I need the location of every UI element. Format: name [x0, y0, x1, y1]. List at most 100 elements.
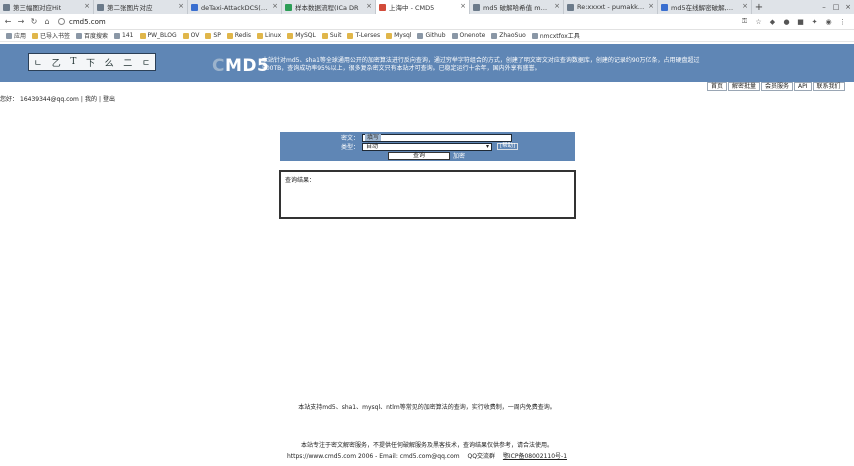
bookmark-item[interactable]: PW_BLOG [139, 32, 177, 39]
bookmark-item[interactable]: Onenote [451, 32, 485, 39]
new-tab-button[interactable]: + [752, 0, 766, 14]
bookmark-item[interactable]: Github [417, 32, 446, 39]
browser-tab[interactable]: md5 破解哈希值 md5解 × [470, 0, 564, 14]
apps-icon [6, 32, 12, 39]
browser-tab-active[interactable]: 上海中 - CMD5 × [376, 0, 470, 14]
query-panel: 密文： 填写 类型： 自动 ▾ [帮助] 查询 加密 [280, 132, 575, 161]
result-box: 查询结果： [279, 170, 576, 219]
minimize-button[interactable]: – [818, 0, 830, 14]
menu-api[interactable]: API [794, 82, 812, 91]
browser-tab-strip: 第三幅图对应Hit× 第二张图片对应× deTaxi-AttackDCS(Mp实… [0, 0, 854, 14]
key-icon[interactable]: ⚿ [739, 17, 750, 27]
user-status: 您好： 16439344@qq.com | 我的 | 登出 [0, 96, 115, 103]
footer-copyright: https://www.cmd5.com 2006 - Email: cmd5.… [0, 451, 854, 460]
type-select[interactable]: 自动 ▾ [362, 142, 492, 151]
browser-tab[interactable]: deTaxi-AttackDCS(Mp实× [188, 0, 282, 14]
bookmark-icon [491, 32, 498, 39]
cipher-row: 密文： 填写 [280, 133, 575, 142]
page-icon [285, 4, 292, 11]
close-icon[interactable]: × [648, 2, 654, 10]
folder-icon [182, 32, 189, 39]
forward-arrow-icon[interactable]: → [16, 17, 26, 26]
folder-icon [226, 32, 233, 39]
url-field[interactable]: cmd5.com [58, 16, 658, 28]
cipher-label: 密文： [340, 135, 359, 142]
site-info-icon[interactable] [58, 18, 65, 25]
close-icon[interactable]: × [366, 2, 372, 10]
bookmark-icon [76, 32, 83, 39]
folder-icon [347, 32, 354, 39]
bookmark-item[interactable]: Suit [321, 32, 341, 39]
folder-icon [32, 32, 39, 39]
site-intro: 本站针对md5、sha1等全球通用公开的加密算法进行反向查询，通过穷举字符组合的… [262, 57, 700, 72]
bookmark-icon [531, 32, 538, 39]
bookmark-item[interactable]: 应用 [6, 31, 26, 40]
bookmark-item[interactable]: Redis [226, 32, 251, 39]
close-icon[interactable]: × [742, 2, 748, 10]
site-logo[interactable]: ㄴ 乙 T 下 么 二 ㄷ [28, 53, 156, 71]
close-window-button[interactable]: × [842, 0, 854, 14]
extension-icon[interactable]: ● [781, 17, 792, 27]
bookmark-item[interactable]: 已导入书签 [32, 31, 70, 40]
query-button[interactable]: 查询 [388, 151, 450, 160]
bookmark-item[interactable]: nmcxtfox工具 [531, 31, 580, 40]
bookmark-icon [114, 32, 121, 39]
browser-tab[interactable]: Re:xxxxt - pumakkers/mi× [564, 0, 658, 14]
close-icon[interactable]: × [84, 2, 90, 10]
star-icon[interactable]: ☆ [753, 17, 764, 27]
bookmark-item[interactable]: SP [205, 32, 221, 39]
page-icon [97, 4, 104, 11]
menu-batch[interactable]: 解密批量 [728, 82, 761, 91]
page-icon [567, 4, 574, 11]
type-label: 类型： [340, 144, 359, 151]
maximize-button[interactable]: □ [830, 0, 842, 14]
result-label: 查询结果： [285, 177, 316, 184]
bookmark-item[interactable]: 141 [114, 32, 134, 39]
page-icon [379, 4, 386, 11]
close-icon[interactable]: × [554, 2, 560, 10]
extension-icon[interactable]: ■ [795, 17, 806, 27]
extension-icon[interactable]: ◆ [767, 17, 778, 27]
browser-tab[interactable]: 第二张图片对应 × [94, 0, 188, 14]
home-icon[interactable]: ⌂ [42, 17, 52, 26]
window-controls: – □ × [818, 0, 854, 14]
bookmark-item[interactable]: ZhaoSuo [491, 32, 526, 39]
close-icon[interactable]: × [272, 2, 278, 10]
footer-notice: 本站支持md5、sha1、mysql、ntlm等常见的加密算法的查询，实行收费制… [298, 404, 556, 411]
bookmark-item[interactable]: Mysql [386, 32, 411, 39]
bookmarks-bar: 应用 已导入书签 百度搜索 141 PW_BLOG OV SP Redis Li… [0, 30, 854, 42]
bookmark-item[interactable]: Linux [257, 32, 281, 39]
folder-icon [386, 32, 393, 39]
encrypt-link[interactable]: 加密 [453, 151, 465, 160]
browser-tab[interactable]: 样本数据流程(ICa DR × [282, 0, 376, 14]
profile-icon[interactable]: ◉ [823, 17, 834, 27]
close-icon[interactable]: × [178, 2, 184, 10]
page-icon [661, 4, 668, 11]
bookmark-item[interactable]: T-Lerses [347, 32, 380, 39]
help-button[interactable]: [帮助] [497, 143, 519, 150]
bookmark-item[interactable]: MySQL [287, 32, 316, 39]
user-email[interactable]: 16439344@qq.com [20, 96, 79, 103]
logout-link[interactable]: 登出 [103, 96, 115, 103]
bookmark-item[interactable]: OV [182, 32, 199, 39]
menu-dots-icon[interactable]: ⋮ [837, 17, 848, 27]
qq-group-link[interactable]: QQ交流群 [468, 453, 495, 460]
copyright-text: https://www.cmd5.com 2006 - Email: cmd5.… [286, 453, 460, 460]
puzzle-icon[interactable]: ✦ [809, 17, 820, 27]
browser-tab[interactable]: md5在线解密破解,md5解× [658, 0, 752, 14]
reload-icon[interactable]: ↻ [29, 17, 39, 26]
extensions-area: ⚿ ☆ ◆ ● ■ ✦ ◉ ⋮ [736, 17, 848, 27]
folder-icon [139, 32, 146, 39]
cipher-input[interactable]: 填写 [362, 133, 512, 142]
menu-member[interactable]: 会员服务 [761, 82, 794, 91]
menu-home[interactable]: 首页 [707, 82, 728, 91]
back-arrow-icon[interactable]: ← [3, 17, 13, 26]
site-header: ㄴ 乙 T 下 么 二 ㄷ CMD5 本站针对md5、sha1等全球通用公开的加… [0, 44, 854, 82]
browser-tab[interactable]: 第三幅图对应Hit × [0, 0, 94, 14]
my-account-link[interactable]: 我的 [85, 96, 97, 103]
menu-contact[interactable]: 联系我们 [812, 82, 845, 91]
close-icon[interactable]: × [460, 2, 466, 10]
icp-link[interactable]: 鄂ICP备08002110号-1 [503, 453, 567, 460]
type-row: 类型： 自动 ▾ [帮助] [280, 142, 575, 151]
bookmark-item[interactable]: 百度搜索 [76, 31, 108, 40]
